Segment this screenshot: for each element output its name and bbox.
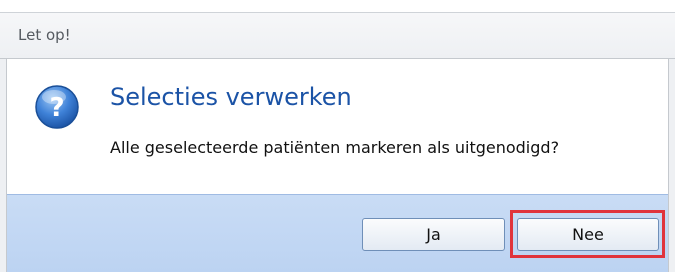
window-border-left (0, 59, 7, 272)
yes-button[interactable]: Ja (362, 218, 505, 251)
window-title: Let op! (18, 26, 71, 44)
dialog-message: Alle geselecteerde patiënten markeren al… (110, 138, 560, 157)
dialog-heading: Selecties verwerken (110, 83, 352, 111)
dialog-content (7, 59, 668, 194)
question-icon: ? (35, 85, 79, 129)
svg-text:?: ? (49, 93, 64, 123)
title-bar[interactable]: Let op! (0, 12, 675, 59)
window-border-right (668, 59, 675, 272)
message-dialog: Let op! ? Selecties verwerken Alle gesel… (0, 0, 675, 272)
no-button[interactable]: Nee (517, 218, 659, 251)
